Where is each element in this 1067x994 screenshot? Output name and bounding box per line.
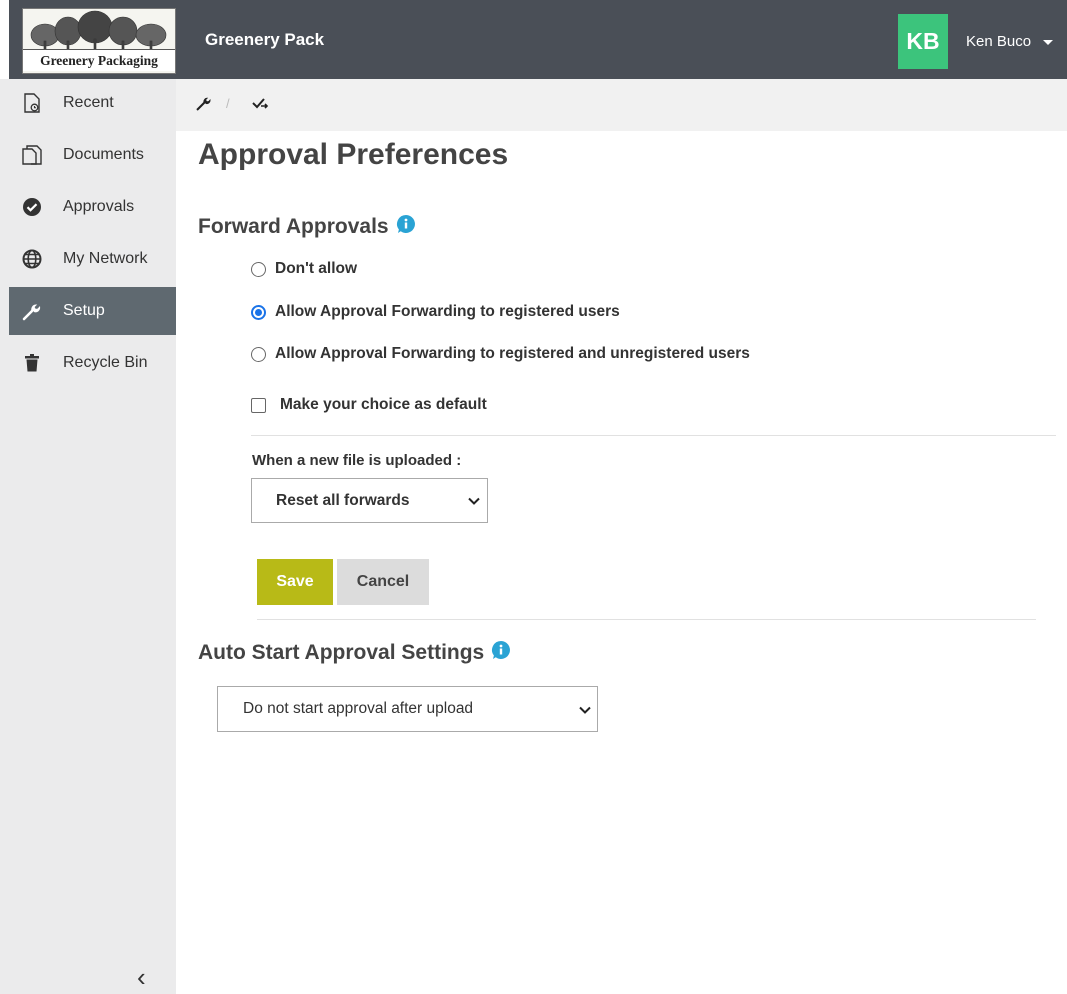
checkbox-label: Make your choice as default <box>280 396 487 413</box>
sidebar-item-label: Approvals <box>63 198 135 215</box>
company-logo[interactable]: Greenery Packaging <box>22 8 176 74</box>
recent-document-icon <box>20 91 44 115</box>
logo-strip <box>0 0 9 79</box>
radio-label: Allow Approval Forwarding to registered … <box>275 345 750 362</box>
info-icon[interactable] <box>396 214 416 240</box>
sidebar-item-recent[interactable]: Recent <box>9 79 176 127</box>
radio-label: Allow Approval Forwarding to registered … <box>275 303 620 320</box>
logo-text: Greenery Packaging <box>23 49 175 71</box>
breadcrumb-separator: / <box>226 96 230 111</box>
sidebar: Recent Documents Approvals My Network Se… <box>0 79 176 994</box>
user-avatar[interactable]: KB <box>898 14 948 69</box>
documents-icon <box>20 143 44 167</box>
sidebar-item-recycle-bin[interactable]: Recycle Bin <box>9 339 176 387</box>
chevron-down-icon <box>468 497 480 505</box>
chevron-down-icon <box>579 706 591 714</box>
approval-forward-icon[interactable] <box>252 95 270 116</box>
page-title: Approval Preferences <box>198 138 509 171</box>
top-bar: Greenery Packaging Greenery Pack KB Ken … <box>0 0 1067 79</box>
radio-registered-and-unregistered[interactable]: Allow Approval Forwarding to registered … <box>251 345 750 363</box>
select-value: Reset all forwards <box>276 491 410 509</box>
check-circle-icon <box>20 195 44 219</box>
radio-label: Don't allow <box>275 260 358 277</box>
sidebar-item-my-network[interactable]: My Network <box>9 235 176 283</box>
sidebar-item-approvals[interactable]: Approvals <box>9 183 176 231</box>
upload-behavior-select[interactable]: Reset all forwards <box>251 478 488 523</box>
globe-icon <box>20 247 44 271</box>
collapse-sidebar-icon[interactable]: ‹ <box>137 962 157 992</box>
wrench-icon <box>20 299 44 323</box>
radio-button[interactable] <box>251 261 266 277</box>
app-title: Greenery Pack <box>205 30 325 49</box>
default-choice-checkbox[interactable] <box>251 397 266 413</box>
trash-icon <box>20 351 44 375</box>
breadcrumb-setup-wrench-icon[interactable] <box>196 95 212 116</box>
breadcrumb: / <box>176 79 1067 131</box>
auto-start-select[interactable]: Do not start approval after upload <box>217 686 598 732</box>
section-title: Auto Start Approval Settings <box>198 641 485 664</box>
radio-button-checked[interactable] <box>251 304 266 320</box>
radio-dont-allow[interactable]: Don't allow <box>251 260 357 278</box>
upload-behavior-label: When a new file is uploaded : <box>252 452 462 469</box>
divider <box>257 619 1036 620</box>
sidebar-item-label: My Network <box>63 250 148 267</box>
sidebar-item-label: Recent <box>63 94 114 111</box>
radio-button[interactable] <box>251 346 266 362</box>
radio-registered-users[interactable]: Allow Approval Forwarding to registered … <box>251 303 620 321</box>
caret-down-icon[interactable] <box>1043 40 1053 45</box>
select-value: Do not start approval after upload <box>243 700 474 717</box>
section-title: Forward Approvals <box>198 215 389 238</box>
auto-start-heading: Auto Start Approval Settings <box>198 640 511 666</box>
user-menu-name[interactable]: Ken Buco <box>966 33 1031 50</box>
default-choice-checkbox-row[interactable]: Make your choice as default <box>251 396 487 414</box>
divider <box>251 435 1056 436</box>
sidebar-item-label: Recycle Bin <box>63 354 148 371</box>
sidebar-item-setup[interactable]: Setup <box>9 287 176 335</box>
trees-logo-icon <box>30 10 167 53</box>
sidebar-item-label: Setup <box>63 302 105 319</box>
info-icon[interactable] <box>491 640 511 666</box>
cancel-button[interactable]: Cancel <box>337 559 429 605</box>
save-button[interactable]: Save <box>257 559 333 605</box>
forward-approvals-heading: Forward Approvals <box>198 214 416 240</box>
sidebar-item-label: Documents <box>63 146 144 163</box>
sidebar-item-documents[interactable]: Documents <box>9 131 176 179</box>
